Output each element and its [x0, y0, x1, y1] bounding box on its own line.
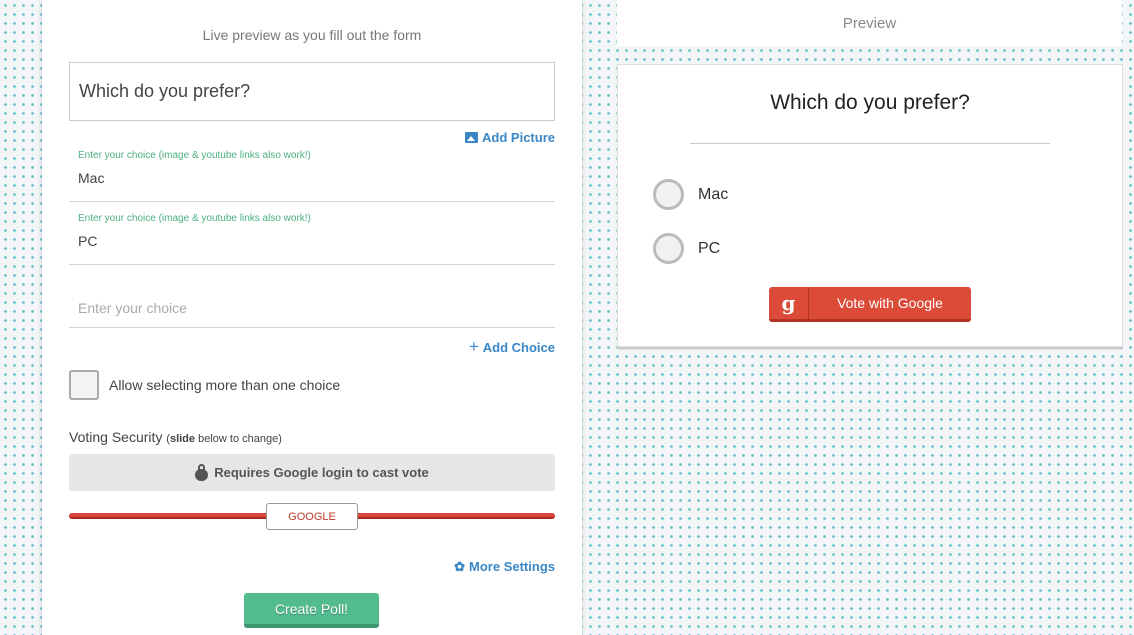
- more-settings-link[interactable]: ✿ More Settings: [454, 559, 555, 574]
- question-input[interactable]: [69, 62, 555, 121]
- multi-select-checkbox[interactable]: [69, 370, 99, 400]
- choice-field-3: [69, 276, 555, 328]
- preview-header: Preview: [617, 0, 1122, 46]
- voting-security-hint: (slide below to change): [166, 433, 282, 445]
- add-picture-link[interactable]: Add Picture: [465, 130, 555, 145]
- choice-input-2[interactable]: [69, 227, 555, 255]
- poll-form-panel: Live preview as you fill out the form Ad…: [42, 0, 582, 635]
- create-poll-button[interactable]: Create Poll!: [244, 593, 379, 628]
- multi-select-label: Allow selecting more than one choice: [109, 377, 341, 393]
- multi-select-option[interactable]: Allow selecting more than one choice: [69, 370, 340, 400]
- vote-button-label: Vote with Google: [837, 295, 943, 311]
- radio-button[interactable]: [653, 179, 684, 210]
- choice-field-2: Enter your choice (image & youtube links…: [69, 213, 555, 265]
- preview-option-2[interactable]: PC: [653, 233, 720, 264]
- preview-divider: [690, 143, 1050, 144]
- voting-security-label: Voting Security: [69, 429, 163, 445]
- plus-icon: +: [468, 337, 479, 356]
- preview-card: Which do you prefer? Mac PC g Vote with …: [617, 64, 1123, 347]
- preview-option-1[interactable]: Mac: [653, 179, 728, 210]
- choice-input-1[interactable]: [69, 164, 555, 192]
- more-settings-label: More Settings: [469, 559, 555, 574]
- add-choice-link[interactable]: + Add Choice: [469, 337, 555, 357]
- live-preview-caption: Live preview as you fill out the form: [202, 27, 422, 43]
- picture-icon: [465, 132, 479, 143]
- add-picture-label: Add Picture: [482, 130, 555, 145]
- radio-button[interactable]: [653, 233, 684, 264]
- add-choice-label: Add Choice: [482, 339, 555, 355]
- google-icon: g: [769, 287, 809, 319]
- voting-security-title: Voting Security (slide below to change): [69, 429, 282, 445]
- preview-option-label: PC: [698, 239, 721, 257]
- choice-input-3[interactable]: [69, 294, 555, 322]
- security-slider-handle[interactable]: GOOGLE: [266, 503, 358, 530]
- vote-with-google-button[interactable]: g Vote with Google: [769, 287, 971, 322]
- preview-option-label: Mac: [698, 185, 729, 203]
- choice-field-1: Enter your choice (image & youtube links…: [69, 150, 555, 202]
- security-description: Requires Google login to cast vote: [214, 465, 429, 480]
- security-description-box: Requires Google login to cast vote: [69, 454, 555, 491]
- choice-hint: Enter your choice (image & youtube links…: [78, 213, 311, 224]
- preview-question: Which do you prefer?: [770, 91, 970, 114]
- lock-icon: [195, 464, 209, 481]
- choice-hint: Enter your choice (image & youtube links…: [78, 150, 311, 161]
- gear-icon: ✿: [454, 559, 466, 574]
